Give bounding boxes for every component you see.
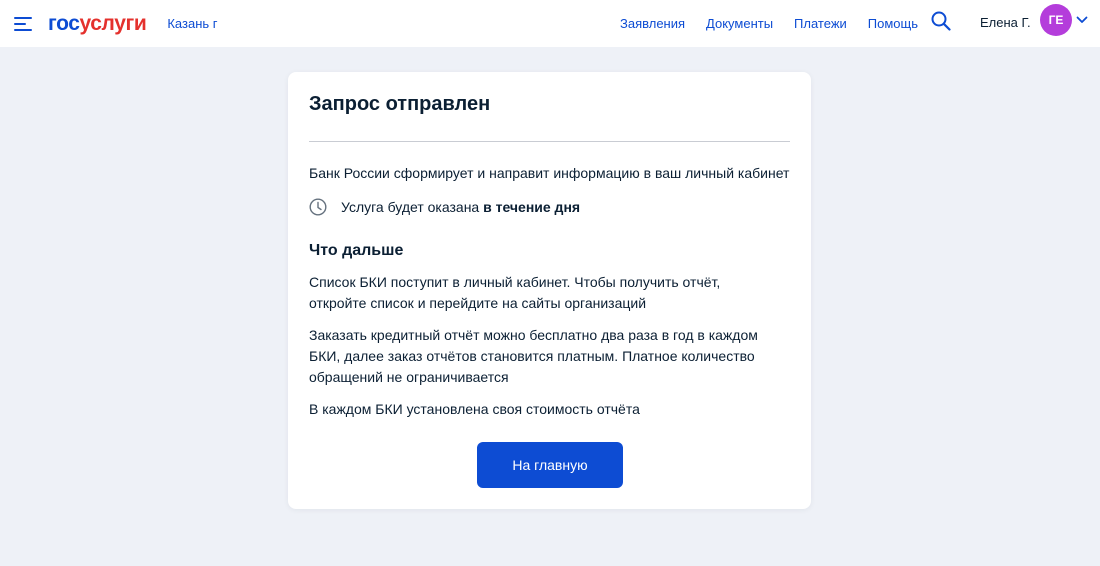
logo-part-gos: гос	[48, 11, 80, 35]
nav-documents[interactable]: Документы	[706, 16, 773, 31]
nav-applications[interactable]: Заявления	[620, 16, 685, 31]
top-nav: Заявления Документы Платежи Помощь	[620, 0, 939, 47]
page-title: Запрос отправлен	[309, 93, 491, 115]
home-button[interactable]: На главную	[477, 442, 623, 488]
info-text: Банк России сформирует и направит информ…	[309, 165, 790, 181]
paragraph-free-reports: Заказать кредитный отчёт можно бесплатно…	[309, 327, 758, 385]
avatar[interactable]: ГЕ	[1040, 4, 1072, 36]
city-selector[interactable]: Казань г	[167, 16, 217, 31]
paragraph-list-arrival: Список БКИ поступит в личный кабинет. Чт…	[309, 274, 721, 311]
service-time-row: Услуга будет оказана в течение дня	[309, 198, 580, 216]
service-time-bold: в течение дня	[483, 199, 581, 215]
user-name[interactable]: Елена Г.	[980, 15, 1031, 30]
burger-menu-icon[interactable]	[14, 16, 32, 31]
section-subtitle: Что дальше	[309, 242, 404, 259]
header: гос услуги Казань г Заявления Документы П…	[0, 0, 1100, 47]
chevron-down-icon[interactable]	[1076, 15, 1088, 25]
nav-payments[interactable]: Платежи	[794, 16, 847, 31]
clock-icon	[309, 198, 327, 216]
divider	[309, 141, 790, 142]
search-icon[interactable]	[931, 11, 951, 31]
result-card: Запрос отправлен Банк России сформирует …	[288, 72, 811, 509]
service-time-prefix: Услуга будет оказана	[341, 199, 484, 215]
logo[interactable]: гос услуги	[48, 11, 147, 36]
nav-help[interactable]: Помощь	[868, 16, 918, 31]
paragraph-report-cost: В каждом БКИ установлена своя стоимость …	[309, 401, 640, 417]
service-time-text: Услуга будет оказана в течение дня	[341, 199, 580, 215]
logo-part-uslugi: услуги	[79, 11, 147, 35]
